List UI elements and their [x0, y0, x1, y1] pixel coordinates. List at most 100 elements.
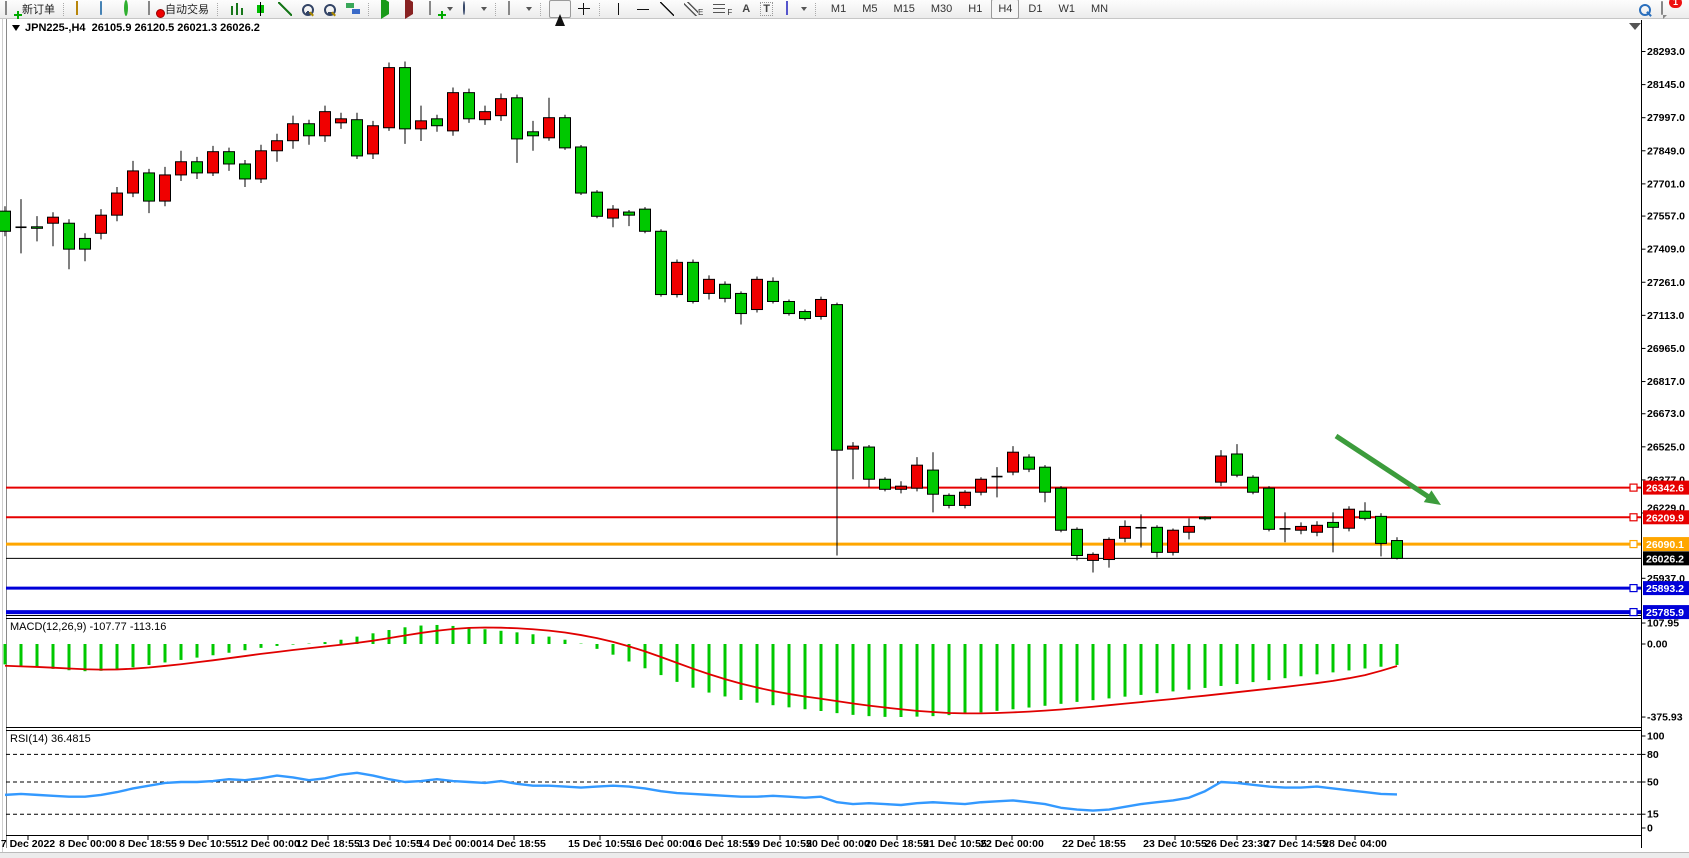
- search-button[interactable]: [1635, 0, 1655, 18]
- chart-title: JPN225-,H4 26105.9 26120.5 26021.3 26026…: [12, 22, 260, 34]
- chart-shift-marker[interactable]: [1629, 23, 1641, 30]
- timeframe-m1-button[interactable]: M1: [824, 0, 853, 19]
- bar-chart-icon: [230, 2, 244, 16]
- svg-text:23 Dec 10:55: 23 Dec 10:55: [1143, 838, 1207, 850]
- svg-text:100: 100: [1647, 731, 1665, 743]
- new-order-icon: [5, 2, 19, 16]
- chat-bubble-icon: 1: [1661, 2, 1675, 16]
- chart-shift-icon: [405, 2, 419, 16]
- timeframe-w1-button[interactable]: W1: [1051, 0, 1082, 19]
- tile-windows-icon: [346, 2, 360, 16]
- chevron-down-icon: [801, 7, 807, 11]
- crosshair-tool-button[interactable]: [573, 0, 595, 18]
- crosshair-icon: [577, 2, 591, 16]
- macd-indicator: [5, 625, 1397, 717]
- timeframe-h1-button[interactable]: H1: [961, 0, 989, 19]
- trendline-tool-button[interactable]: [656, 0, 678, 18]
- separator: [815, 3, 820, 16]
- new-order-label: 新订单: [22, 1, 55, 17]
- svg-text:25893.2: 25893.2: [1646, 583, 1684, 595]
- timeframe-m5-button[interactable]: M5: [855, 0, 884, 19]
- svg-text:22 Dec 00:00: 22 Dec 00:00: [980, 838, 1044, 850]
- line-chart-button[interactable]: [274, 0, 296, 18]
- templates-button[interactable]: [504, 0, 536, 18]
- periodicity-button[interactable]: [459, 0, 491, 18]
- svg-text:26090.1: 26090.1: [1646, 539, 1684, 551]
- equidistant-channel-tool-button[interactable]: E: [680, 0, 707, 18]
- vertical-line-tool-button[interactable]: [608, 0, 630, 18]
- fibonacci-tool-button[interactable]: F: [709, 0, 736, 18]
- shapes-tool-button[interactable]: [779, 0, 811, 18]
- text-tool-button[interactable]: A: [738, 0, 754, 18]
- separator: [63, 3, 68, 16]
- cursor-tool-button[interactable]: [549, 0, 571, 18]
- svg-text:0.00: 0.00: [1647, 639, 1668, 651]
- separator: [540, 3, 545, 16]
- label-tool-button[interactable]: T: [756, 0, 777, 18]
- svg-text:14 Dec 18:55: 14 Dec 18:55: [482, 838, 546, 850]
- svg-text:15: 15: [1647, 809, 1659, 821]
- rsi-line: [5, 773, 1397, 811]
- timeframe-d1-button[interactable]: D1: [1021, 0, 1049, 19]
- trendline-icon: [660, 2, 674, 16]
- svg-text:26026.2: 26026.2: [1646, 553, 1684, 565]
- horizontal-line-icon: [636, 2, 650, 16]
- notification-badge: 1: [1669, 0, 1682, 8]
- fibo-sub-label: F: [727, 8, 732, 17]
- svg-text:13 Dec 10:55: 13 Dec 10:55: [358, 838, 422, 850]
- metaeditor-icon: [76, 2, 90, 16]
- symbol-period-label: JPN225-,H4: [25, 22, 86, 34]
- cursor-icon: [553, 2, 567, 16]
- svg-text:12 Dec 18:55: 12 Dec 18:55: [296, 838, 360, 850]
- time-axis[interactable]: 7 Dec 20228 Dec 00:008 Dec 18:559 Dec 10…: [1, 836, 1387, 851]
- autotrading-label: 自动交易: [165, 1, 209, 17]
- notifications-button[interactable]: 1: [1657, 0, 1679, 18]
- new-order-button[interactable]: 新订单: [1, 0, 59, 18]
- auto-scroll-button[interactable]: [377, 0, 399, 18]
- timeframe-group: M1M5M15M30H1H4D1W1MN: [823, 0, 1116, 19]
- separator: [368, 3, 373, 16]
- candlestick-series: [0, 62, 1403, 573]
- svg-text:27997.0: 27997.0: [1647, 112, 1685, 124]
- search-icon: [1639, 4, 1651, 16]
- svg-text:15 Dec 10:55: 15 Dec 10:55: [568, 838, 632, 850]
- svg-text:80: 80: [1647, 749, 1659, 761]
- tile-windows-button[interactable]: [342, 0, 364, 18]
- horizontal-line-tool-button[interactable]: [632, 0, 654, 18]
- svg-text:28145.0: 28145.0: [1647, 79, 1685, 91]
- symbol-dropdown-icon[interactable]: [12, 25, 20, 31]
- mql5-cloud-button[interactable]: [96, 0, 118, 18]
- candlestick-chart-button[interactable]: [250, 0, 272, 18]
- new-chart-button[interactable]: [425, 0, 457, 18]
- svg-text:22 Dec 18:55: 22 Dec 18:55: [1062, 838, 1126, 850]
- trend-arrow-annotation[interactable]: [1336, 436, 1441, 505]
- autotrading-button[interactable]: 自动交易: [144, 0, 213, 18]
- cloud-icon: [100, 2, 114, 16]
- svg-text:16 Dec 18:55: 16 Dec 18:55: [690, 838, 754, 850]
- new-chart-icon: [429, 2, 443, 16]
- timeframe-mn-button[interactable]: MN: [1084, 0, 1115, 19]
- chart-shift-button[interactable]: [401, 0, 423, 18]
- zoom-in-button[interactable]: [298, 0, 318, 18]
- bar-chart-button[interactable]: [226, 0, 248, 18]
- svg-text:14 Dec 00:00: 14 Dec 00:00: [418, 838, 482, 850]
- separator: [495, 3, 500, 16]
- timeframe-m30-button[interactable]: M30: [924, 0, 959, 19]
- price-axis[interactable]: 28293.028145.027997.027849.027701.027557…: [1642, 46, 1686, 585]
- svg-text:25785.9: 25785.9: [1646, 607, 1684, 619]
- rsi-name: RSI(14): [10, 733, 48, 745]
- application-window: 新订单 自动交易 E F A T: [0, 0, 1689, 858]
- zoom-out-button[interactable]: [320, 0, 340, 18]
- signals-button[interactable]: [120, 0, 142, 18]
- chevron-down-icon: [481, 7, 487, 11]
- timeframe-m15-button[interactable]: M15: [886, 0, 921, 19]
- svg-text:9 Dec 10:55: 9 Dec 10:55: [179, 838, 237, 850]
- chart-canvas[interactable]: 28293.028145.027997.027849.027701.027557…: [0, 0, 1689, 858]
- timeframe-h4-button[interactable]: H4: [991, 0, 1019, 19]
- macd-values: -107.77 -113.16: [89, 621, 166, 633]
- rsi-value: 36.4815: [51, 733, 91, 745]
- rsi-axis[interactable]: 1008050150: [1642, 731, 1665, 835]
- svg-text:27849.0: 27849.0: [1647, 145, 1685, 157]
- macd-axis[interactable]: 107.950.00-375.93: [1642, 618, 1683, 724]
- metaeditor-button[interactable]: [72, 0, 94, 18]
